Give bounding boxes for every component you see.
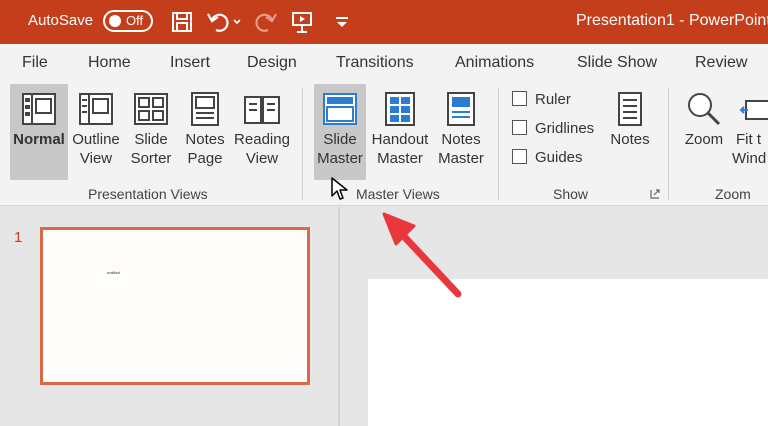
button-label: Fit t	[736, 131, 761, 148]
notes-icon	[618, 92, 642, 126]
fit-to-window-icon	[739, 100, 768, 120]
normal-view-icon	[22, 93, 56, 125]
slide-number: 1	[14, 229, 23, 246]
zoom-button[interactable]: Zoom	[678, 84, 730, 180]
guides-checkbox[interactable]: Guides	[512, 149, 583, 166]
slide-thumbnail[interactable]: untitled	[40, 227, 310, 385]
undo-icon[interactable]	[204, 8, 244, 36]
handout-master-button[interactable]: Handout Master	[368, 84, 432, 180]
autosave-toggle[interactable]: Off	[103, 10, 153, 32]
tab-file[interactable]: File	[22, 54, 48, 72]
ribbon-view: Normal Outline View Slide Sorter Notes P…	[0, 82, 768, 206]
tab-slide-show[interactable]: Slide Show	[577, 54, 657, 72]
button-label: Page	[187, 150, 223, 167]
button-label: Handout	[371, 131, 429, 148]
group-separator	[498, 88, 499, 200]
notes-button[interactable]: Notes	[604, 84, 656, 180]
button-label: Wind	[732, 150, 767, 167]
checkbox-label: Ruler	[535, 91, 571, 108]
slide-sorter-icon	[134, 93, 168, 125]
reading-view-button[interactable]: Reading View	[232, 84, 292, 180]
button-label: Slide	[323, 131, 357, 148]
tab-animations[interactable]: Animations	[455, 54, 534, 72]
button-label: Master	[377, 150, 423, 167]
ribbon-tabs: File Home Insert Design Transitions Anim…	[0, 44, 768, 82]
group-label-show: Show	[553, 186, 589, 202]
dialog-launcher-icon[interactable]	[650, 189, 660, 199]
group-label-master-views: Master Views	[356, 186, 440, 202]
redo-icon[interactable]	[252, 8, 280, 36]
slide-sorter-button[interactable]: Slide Sorter	[126, 84, 176, 180]
notes-master-icon	[447, 92, 475, 126]
button-label: Sorter	[130, 150, 172, 167]
button-label: View	[245, 150, 279, 167]
toggle-knob	[109, 15, 121, 27]
tab-insert[interactable]: Insert	[170, 54, 210, 72]
mouse-pointer-icon	[331, 177, 348, 200]
notes-page-button[interactable]: Notes Page	[180, 84, 230, 180]
tab-design[interactable]: Design	[247, 54, 297, 72]
customize-qat-icon[interactable]	[328, 8, 356, 36]
fit-to-window-button[interactable]: Fit t Wind	[732, 84, 768, 180]
group-separator	[302, 88, 303, 200]
button-label: Slide	[134, 131, 168, 148]
slide-master-icon	[323, 93, 357, 125]
group-label-presentation-views: Presentation Views	[88, 186, 208, 202]
button-label: View	[79, 150, 113, 167]
tab-transitions[interactable]: Transitions	[336, 54, 414, 72]
notes-page-icon	[191, 92, 219, 126]
button-label: Notes	[610, 131, 650, 148]
handout-master-icon	[385, 92, 415, 126]
gridlines-checkbox[interactable]: Gridlines	[512, 120, 594, 137]
checkbox-box	[512, 120, 527, 135]
outline-view-icon	[79, 93, 113, 125]
slide-editor-area	[340, 207, 768, 426]
slide-master-button[interactable]: Slide Master	[314, 84, 366, 180]
group-separator	[668, 88, 669, 200]
checkbox-box	[512, 91, 527, 106]
ruler-checkbox[interactable]: Ruler	[512, 91, 571, 108]
reading-view-icon	[244, 96, 280, 124]
button-label: Normal	[13, 131, 65, 148]
outline-view-button[interactable]: Outline View	[70, 84, 122, 180]
magnifier-icon	[688, 93, 721, 126]
notes-master-button[interactable]: Notes Master	[434, 84, 488, 180]
present-from-start-icon[interactable]	[288, 8, 316, 36]
window-title: Presentation1 - PowerPoint	[576, 12, 768, 29]
button-label: Master	[438, 150, 484, 167]
tab-review[interactable]: Review	[695, 54, 747, 72]
checkbox-label: Gridlines	[535, 120, 595, 137]
button-label: Outline	[72, 131, 120, 148]
button-label: Zoom	[684, 131, 724, 148]
button-label: Reading	[234, 131, 290, 148]
normal-view-button[interactable]: Normal	[10, 84, 68, 180]
toggle-state-label: Off	[126, 13, 144, 28]
checkbox-box	[512, 149, 527, 164]
slide-canvas[interactable]	[368, 279, 768, 426]
group-label-zoom: Zoom	[715, 186, 751, 202]
button-label: Notes	[185, 131, 225, 148]
title-bar: AutoSave Off Presentation1 - PowerPoint	[0, 0, 768, 44]
slide-thumbnail-pane: 1 untitled	[0, 207, 338, 426]
checkbox-label: Guides	[535, 149, 583, 166]
button-label: Notes	[441, 131, 481, 148]
thumbnail-text: untitled	[107, 270, 120, 275]
button-label: Master	[317, 150, 363, 167]
save-icon[interactable]	[168, 8, 196, 36]
autosave-label: AutoSave	[28, 12, 94, 29]
tab-home[interactable]: Home	[88, 54, 131, 72]
